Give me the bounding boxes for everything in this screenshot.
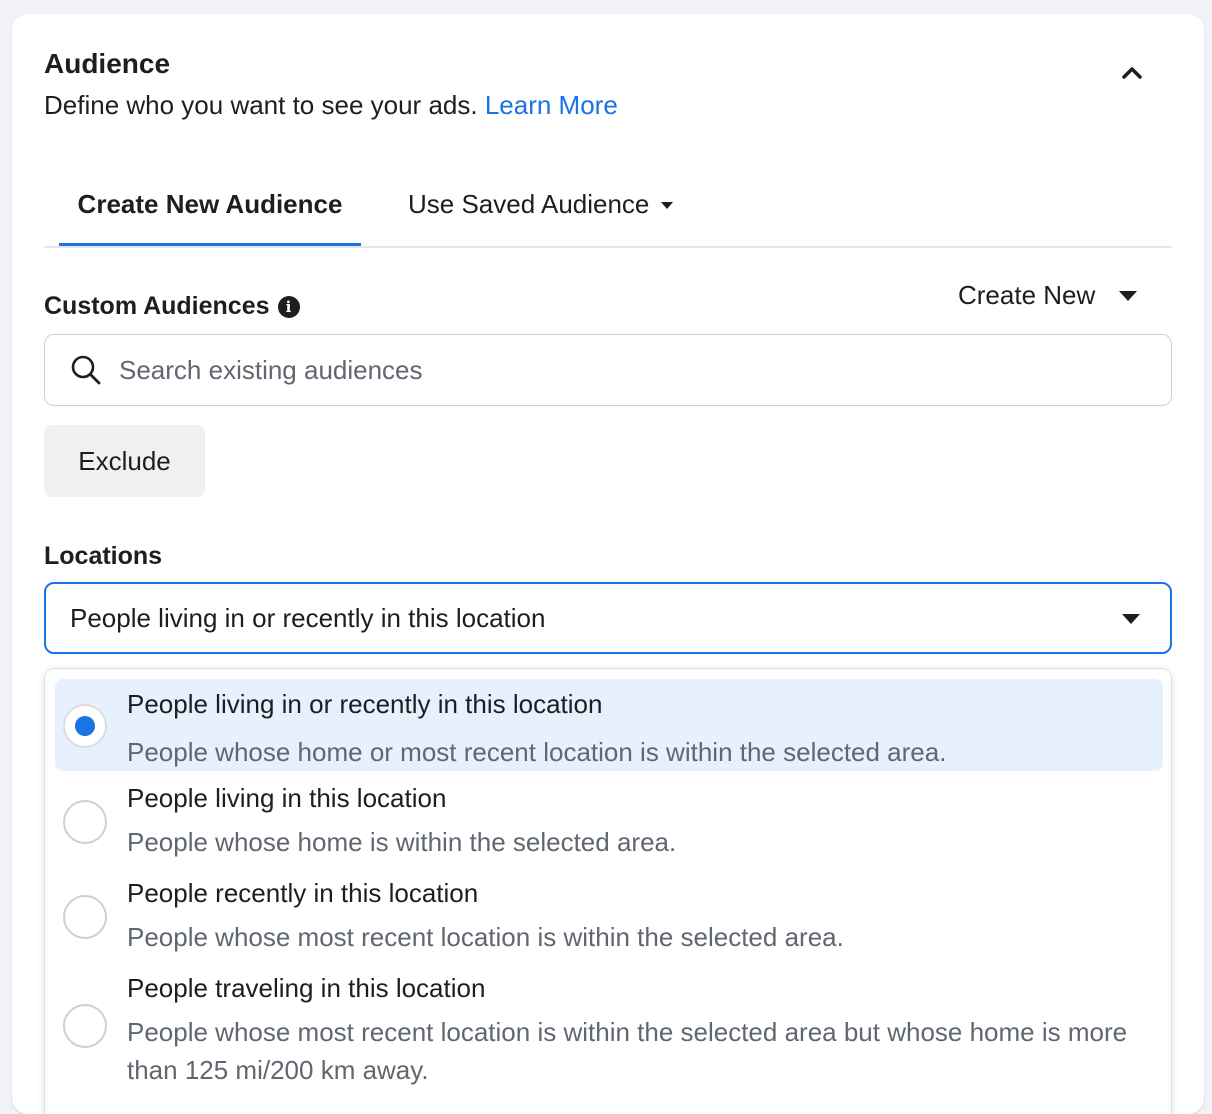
- exclude-button[interactable]: Exclude: [44, 425, 205, 497]
- locations-label: Locations: [44, 542, 162, 571]
- locations-text: Locations: [44, 542, 163, 570]
- create-new-dropdown[interactable]: Create New: [958, 280, 1138, 311]
- caret-down-icon: [1122, 614, 1140, 624]
- subtitle-text: Define who you want to see your ads.: [44, 90, 478, 120]
- location-select-value: People living in or recently in this loc…: [70, 602, 546, 633]
- custom-audiences-text: Custom Audiences: [44, 292, 270, 320]
- radio-button[interactable]: [63, 1004, 107, 1048]
- option-description: People whose most recent location is wit…: [127, 1017, 1128, 1085]
- section-title: Audience: [44, 48, 171, 79]
- tab-use-saved-audience[interactable]: Use Saved Audience: [408, 164, 674, 244]
- chevron-up-icon: [1122, 67, 1142, 79]
- create-new-label: Create New: [958, 280, 1096, 310]
- tab-create-new-audience[interactable]: Create New Audience: [59, 164, 361, 246]
- option-title: People living in this location: [127, 783, 447, 813]
- exclude-label: Exclude: [78, 445, 171, 476]
- option-description: People whose home or most recent locatio…: [127, 737, 947, 767]
- tab-label: Create New Audience: [77, 188, 343, 219]
- search-audiences-field[interactable]: [44, 334, 1172, 406]
- learn-more-link[interactable]: Learn More: [485, 90, 618, 120]
- option-description: People whose most recent location is wit…: [127, 922, 844, 952]
- option-title: People recently in this location: [127, 878, 479, 908]
- tab-label: Use Saved Audience: [408, 188, 650, 219]
- search-input[interactable]: [117, 353, 1171, 387]
- location-option[interactable]: People recently in this location People …: [55, 874, 1163, 962]
- collapse-button[interactable]: [1116, 56, 1148, 88]
- location-options-dropdown: People living in or recently in this loc…: [44, 668, 1172, 1114]
- option-title: People living in or recently in this loc…: [127, 689, 603, 719]
- location-type-select[interactable]: People living in or recently in this loc…: [44, 582, 1172, 654]
- option-description: People whose home is within the selected…: [127, 827, 677, 857]
- radio-button[interactable]: [63, 800, 107, 844]
- caret-down-icon: [661, 202, 674, 209]
- option-title: People traveling in this location: [127, 973, 486, 1003]
- section-subtitle: Define who you want to see your ads. Lea…: [44, 90, 618, 121]
- audience-tabs: Create New Audience Use Saved Audience: [44, 164, 1172, 248]
- audience-card: Audience Define who you want to see your…: [12, 14, 1204, 1114]
- location-option[interactable]: People living in or recently in this loc…: [55, 679, 1163, 771]
- location-option[interactable]: People living in this location People wh…: [55, 779, 1163, 867]
- caret-down-icon: [1119, 290, 1138, 301]
- radio-button-checked[interactable]: [63, 704, 107, 748]
- custom-audiences-label: Custom Audiences i: [44, 292, 300, 321]
- search-icon: [71, 355, 101, 385]
- location-option[interactable]: People traveling in this location People…: [55, 969, 1163, 1099]
- info-icon[interactable]: i: [277, 295, 300, 318]
- radio-button[interactable]: [63, 895, 107, 939]
